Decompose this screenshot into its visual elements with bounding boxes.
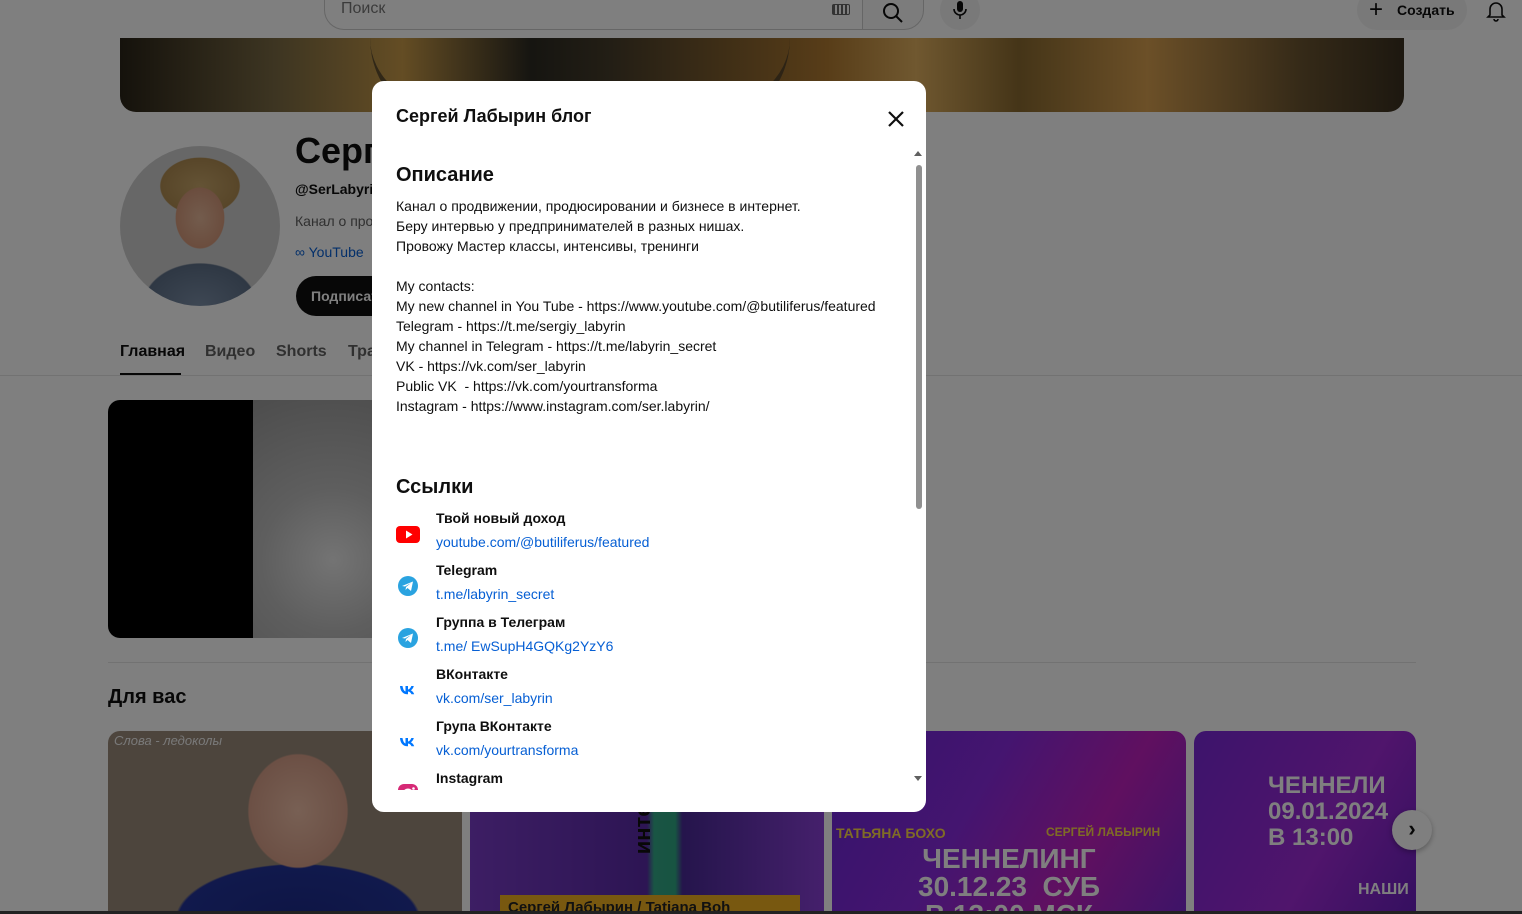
link-url[interactable]: vk.com/yourtransforma — [436, 742, 578, 758]
link-url[interactable]: t.me/ EwSupH4GQKg2YzY6 — [436, 638, 613, 654]
youtube-icon — [396, 526, 420, 543]
description-text: Канал о продвижении, продюсировании и би… — [396, 198, 876, 414]
link-url[interactable]: youtube.com/@butiliferus/featured — [436, 534, 649, 550]
link-item[interactable]: Група ВКонтакте vk.com/yourtransforma — [396, 718, 896, 770]
scrollbar-thumb[interactable] — [916, 165, 922, 509]
dialog-title: Сергей Лабырин блог — [396, 106, 592, 126]
link-title: Instagram — [436, 770, 503, 786]
link-url[interactable]: vk.com/ser_labyrin — [436, 690, 553, 706]
link-item[interactable]: Группа в Телеграм t.me/ EwSupH4GQKg2YzY6 — [396, 614, 896, 666]
links-heading: Ссылки — [396, 476, 474, 498]
link-url[interactable]: t.me/labyrin_secret — [436, 586, 554, 602]
telegram-icon — [398, 576, 418, 596]
link-title: Telegram — [436, 562, 498, 578]
scroll-up-arrow-icon[interactable] — [914, 151, 922, 156]
link-title: Твой новый доход — [436, 510, 566, 526]
link-item[interactable]: Telegram t.me/labyrin_secret — [396, 562, 896, 614]
link-item[interactable]: ВКонтакте vk.com/ser_labyrin — [396, 666, 896, 718]
close-icon[interactable] — [884, 107, 908, 131]
description-heading: Описание — [396, 164, 494, 186]
link-title: Группа в Телеграм — [436, 614, 566, 630]
telegram-icon — [398, 628, 418, 648]
vk-icon — [400, 738, 415, 747]
link-item[interactable]: Твой новый доход youtube.com/@butiliferu… — [396, 510, 896, 562]
vk-icon — [400, 686, 415, 695]
link-item[interactable]: Instagram — [396, 770, 896, 790]
dialog-scroll-area[interactable]: Описание Канал о продвижении, продюсиров… — [372, 145, 926, 790]
link-title: Група ВКонтакте — [436, 718, 552, 734]
link-title: ВКонтакте — [436, 666, 508, 682]
instagram-icon — [398, 784, 418, 790]
scroll-down-arrow-icon[interactable] — [914, 776, 922, 781]
about-dialog: Сергей Лабырин блог Описание Канал о про… — [372, 81, 926, 812]
